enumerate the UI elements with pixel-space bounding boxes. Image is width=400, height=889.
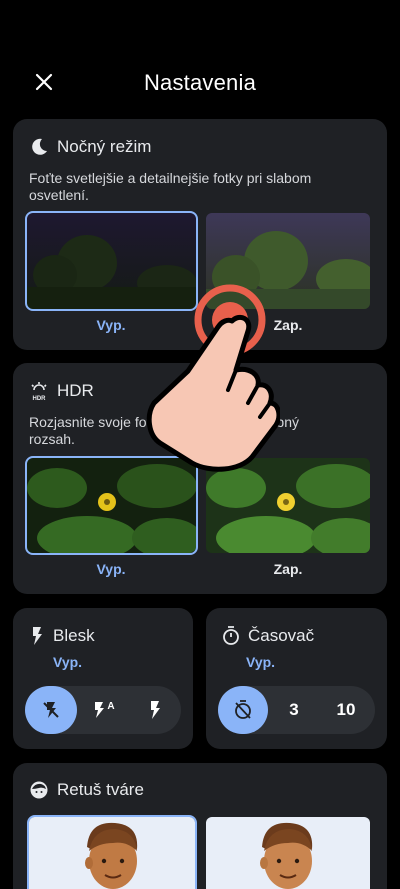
flash-card: Blesk Vyp. A [13, 608, 193, 749]
hdr-off-option[interactable] [25, 456, 198, 555]
night-mode-on-option[interactable] [206, 213, 370, 309]
night-mode-description: Foťte svetlejšie a detailnejšie fotky pr… [29, 170, 312, 203]
moon-icon [32, 138, 47, 155]
flash-icon [33, 627, 42, 645]
flash-off-icon [43, 702, 59, 718]
top-bar: Nastavenia [0, 60, 400, 106]
hdr-on-label: Zap. [273, 561, 303, 577]
face-retouch-on-option[interactable] [206, 817, 370, 889]
flash-value: Vyp. [53, 654, 83, 670]
hdr-off-preview-image [27, 458, 196, 553]
timer-off-icon [235, 700, 251, 719]
timer-icon [223, 626, 239, 645]
svg-text:HDR: HDR [33, 396, 47, 401]
timer-heading: Časovač [222, 626, 314, 646]
face-retouch-title: Retuš tváre [57, 780, 144, 799]
face-retouch-off-option[interactable] [27, 815, 197, 889]
flash-off-button[interactable] [25, 686, 77, 734]
night-mode-title: Nočný režim [57, 137, 152, 156]
timer-value: Vyp. [246, 654, 276, 670]
timer-title: Časovač [248, 626, 315, 645]
flash-auto-button[interactable]: A [77, 686, 129, 734]
flash-title: Blesk [53, 626, 95, 645]
hdr-card: HDR HDR Rozjasnite svoje fotky a rozšírt… [13, 363, 387, 594]
timer-3s-button[interactable]: 3 [268, 686, 320, 734]
night-off-preview-image [27, 213, 196, 309]
night-mode-on-label: Zap. [273, 317, 303, 333]
hdr-title: HDR [57, 381, 94, 400]
face-on-illustration [206, 817, 370, 889]
hdr-on-preview-image [206, 458, 370, 553]
flash-selector: A [25, 686, 181, 734]
timer-off-button[interactable] [218, 686, 268, 734]
flash-on-icon [151, 701, 160, 719]
timer-selector: 3 10 [218, 686, 375, 734]
night-mode-off-label: Vyp. [96, 317, 126, 333]
timer-10s-button[interactable]: 10 [320, 686, 372, 734]
flash-heading: Blesk [29, 626, 95, 646]
hdr-icon: HDR [31, 382, 47, 401]
flash-auto-badge: A [107, 700, 115, 712]
page-title: Nastavenia [143, 70, 257, 95]
night-on-preview-image [206, 213, 370, 309]
timer-card: Časovač Vyp. 3 10 [206, 608, 387, 749]
night-mode-off-option[interactable] [25, 211, 198, 311]
hdr-heading: HDR HDR [29, 381, 94, 401]
face-off-illustration [29, 817, 195, 889]
hdr-description: Rozjasnite svoje fotky a rozšírte ich fa… [29, 414, 300, 447]
face-retouch-heading: Retuš tváre [29, 780, 144, 800]
flash-on-button[interactable] [129, 686, 181, 734]
face-retouch-card: Retuš tváre [13, 763, 387, 889]
night-mode-card: Nočný režim Foťte svetlejšie a detailnej… [13, 119, 387, 350]
hdr-off-label: Vyp. [96, 561, 126, 577]
face-retouch-icon [30, 781, 48, 799]
night-mode-heading: Nočný režim [29, 137, 151, 157]
hdr-on-option[interactable] [206, 458, 370, 553]
